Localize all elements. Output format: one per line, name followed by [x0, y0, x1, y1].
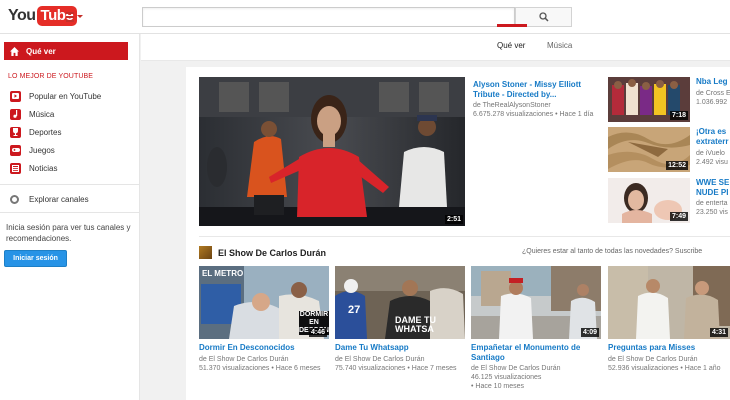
- sidebar-item-label: Qué ver: [26, 46, 56, 56]
- youtube-page: You Tube Qué ver LO MEJOR DE YOUTUBE Pop…: [0, 0, 730, 400]
- subscribe-prompt: ¿Quieres estar al tanto de todas las nov…: [522, 248, 703, 255]
- sidebar-item-what-to-watch[interactable]: Qué ver: [4, 42, 128, 60]
- sidebar-item-news[interactable]: Noticias: [10, 161, 57, 175]
- shelf-video-meta: 52.936 visualizaciones • Hace 1 año: [608, 365, 721, 372]
- featured-video-thumbnail[interactable]: 2:51: [199, 77, 465, 226]
- shelf-video-thumbnail[interactable]: 4:31: [608, 266, 730, 339]
- signin-button[interactable]: Iniciar sesión: [4, 250, 67, 267]
- side-video-thumbnail[interactable]: 7:18: [608, 77, 690, 122]
- sidebar-item-popular[interactable]: Popular en YouTube: [10, 89, 101, 103]
- featured-video-channel[interactable]: de TheRealAlysonStoner: [473, 101, 551, 110]
- shelf-video-channel[interactable]: de El Show De Carlos Durán: [608, 355, 698, 364]
- logo-you-text: You: [8, 7, 36, 24]
- home-icon: [10, 46, 19, 56]
- side-video-title[interactable]: ¡Otra es extraterr: [696, 127, 730, 147]
- search-icon: [538, 12, 549, 22]
- guide-sidebar: Qué ver LO MEJOR DE YOUTUBE Popular en Y…: [0, 34, 140, 400]
- sidebar-item-label: Noticias: [29, 163, 58, 173]
- tab-what-to-watch[interactable]: Qué ver: [497, 41, 525, 50]
- shelf-video-channel[interactable]: de El Show De Carlos Durán: [199, 355, 289, 364]
- shelf-video-title[interactable]: Preguntas para Misses: [608, 343, 730, 353]
- video-duration: 4:46: [308, 328, 327, 337]
- side-video-channel[interactable]: de Cross E: [696, 89, 730, 98]
- video-duration: 4:09: [580, 328, 599, 337]
- hamburger-icon-bar: [66, 16, 74, 18]
- shelf-video-meta: • Hace 10 meses: [471, 383, 525, 390]
- sidebar-item-label: Juegos: [29, 145, 55, 155]
- sidebar-item-gaming[interactable]: Juegos: [10, 143, 55, 157]
- side-video-thumbnail[interactable]: 7:49: [608, 178, 690, 223]
- masthead: You Tube: [0, 0, 730, 34]
- side-video-channel[interactable]: de enterta: [696, 199, 730, 208]
- featured-video-title[interactable]: Alyson Stoner - Missy Elliott Tribute - …: [473, 80, 603, 100]
- shelf-video-thumbnail[interactable]: EL METRO DORMIR EN DESCONO 4:46: [199, 266, 329, 339]
- signin-prompt: Inicia sesión para ver tus canales y rec…: [6, 223, 131, 243]
- feed-tabs: Qué ver Música: [141, 34, 730, 61]
- side-video-title[interactable]: Nba Leg: [696, 77, 730, 87]
- shelf-video-channel[interactable]: de El Show De Carlos Durán: [471, 364, 561, 373]
- video-duration: 7:49: [669, 212, 688, 221]
- shelf-video-title[interactable]: Dormir En Desconocidos: [199, 343, 329, 353]
- sidebar-item-label: Deportes: [29, 127, 62, 137]
- shelf-video-thumbnail[interactable]: 4:09: [471, 266, 601, 339]
- shelf-video-title[interactable]: Dame Tu Whatsapp: [335, 343, 465, 353]
- search-input[interactable]: [142, 7, 515, 27]
- news-icon: [10, 162, 21, 174]
- thumbnail-caption: EL METRO: [202, 269, 244, 278]
- browse-channels-icon: [10, 194, 19, 204]
- svg-text:27: 27: [348, 304, 360, 316]
- tab-music[interactable]: Música: [547, 41, 572, 50]
- shelf-video-meta: 51.370 visualizaciones • Hace 6 meses: [199, 365, 321, 372]
- sidebar-item-label: Música: [29, 109, 55, 119]
- thumbnail-caption: DAME TU WHATSA: [395, 315, 436, 334]
- side-video-channel[interactable]: de iVuelo: [696, 149, 730, 158]
- hamburger-icon-bar: [66, 20, 74, 22]
- sidebar-item-label: Popular en YouTube: [29, 91, 102, 101]
- featured-video-meta: 6.675.278 visualizaciones • Hace 1 día: [473, 111, 594, 118]
- featured-video-image: [199, 77, 465, 226]
- divider: [0, 212, 139, 213]
- guide-menu-button[interactable]: [66, 11, 84, 23]
- divider: [0, 184, 139, 185]
- side-video-meta: 2.492 visu: [696, 159, 728, 166]
- shelf-video-thumbnail[interactable]: 27 DAME TU WHATSA: [335, 266, 465, 339]
- video-duration: 2:51: [444, 215, 463, 224]
- divider: [199, 236, 730, 237]
- chevron-down-icon: [77, 15, 83, 18]
- active-tab-indicator: [497, 24, 527, 27]
- side-video-meta: 1.036.992: [696, 99, 728, 106]
- shelf-video-title[interactable]: Empañetar el Monumento de Santiago: [471, 343, 601, 363]
- channel-avatar[interactable]: [199, 246, 212, 259]
- video-duration: 7:18: [669, 111, 688, 120]
- sidebar-item-sports[interactable]: Deportes: [10, 125, 61, 139]
- shelf-video-channel[interactable]: de El Show De Carlos Durán: [335, 355, 425, 364]
- sidebar-item-music[interactable]: Música: [10, 107, 54, 121]
- video-duration: 4:31: [709, 328, 728, 337]
- side-video-thumbnail[interactable]: 12:52: [608, 127, 690, 172]
- sidebar-item-browse-channels[interactable]: Explorar canales: [10, 192, 89, 206]
- side-video-title[interactable]: WWE SE NUDE PI: [696, 178, 730, 198]
- side-video-meta: 23.250 vis: [696, 209, 728, 216]
- shelf-title[interactable]: El Show De Carlos Durán: [218, 248, 326, 258]
- hamburger-icon: [66, 12, 74, 14]
- popular-icon: [10, 90, 21, 102]
- video-duration: 12:52: [666, 161, 688, 170]
- shelf-video-meta: 75.740 visualizaciones • Hace 7 meses: [335, 365, 457, 372]
- sidebar-item-label: Explorar canales: [29, 194, 89, 204]
- shelf-video-meta: 46.125 visualizaciones: [471, 374, 542, 381]
- section-title: LO MEJOR DE YOUTUBE: [8, 73, 94, 80]
- gamepad-icon: [10, 144, 21, 156]
- trophy-icon: [10, 126, 21, 138]
- music-icon: [10, 108, 21, 120]
